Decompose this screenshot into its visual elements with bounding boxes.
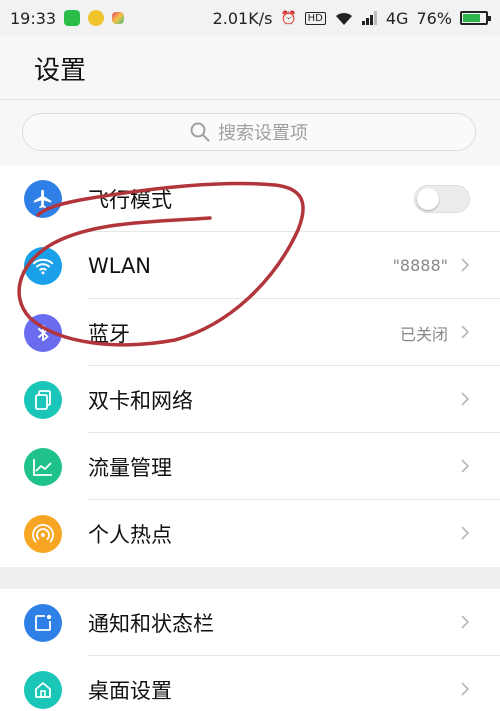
search-input[interactable]: 搜索设置项 <box>22 113 476 151</box>
chevron-right-icon <box>461 615 470 629</box>
setting-value: "8888" <box>392 256 448 275</box>
setting-item-desktop-settings[interactable]: 桌面设置 <box>0 656 500 711</box>
airplane-icon <box>24 180 62 218</box>
page-title: 设置 <box>34 56 87 86</box>
chevron-right-icon <box>461 325 470 339</box>
setting-label: 飞行模式 <box>88 187 172 212</box>
setting-label: 双卡和网络 <box>88 388 193 413</box>
chevron-right-icon <box>461 682 470 696</box>
wechat-icon <box>64 10 81 26</box>
setting-value: 已关闭 <box>399 324 448 344</box>
airplane-mode-toggle[interactable] <box>414 185 470 213</box>
alarm-icon: ⏰ <box>280 10 297 26</box>
hotspot-icon <box>24 515 62 553</box>
header: 设置 <box>0 36 500 100</box>
wifi-icon <box>24 247 62 285</box>
toggle-knob <box>417 188 439 210</box>
setting-item-data-usage[interactable]: 流量管理 <box>0 433 500 500</box>
chevron-right-icon <box>461 526 470 540</box>
setting-label: 流量管理 <box>88 455 172 480</box>
data-usage-icon <box>24 448 62 486</box>
status-bar: 19:33 2.01K/s ⏰ HD 4G 76% <box>0 0 500 36</box>
setting-item-airplane-mode[interactable]: 飞行模式 <box>0 165 500 232</box>
search-icon <box>190 122 210 142</box>
setting-item-bluetooth[interactable]: 蓝牙 已关闭 <box>0 299 500 366</box>
setting-label: 桌面设置 <box>88 678 172 703</box>
color-app-icon <box>112 12 125 24</box>
notification-icon <box>24 604 62 642</box>
battery-percent: 76% <box>416 8 452 28</box>
wifi-status-icon <box>335 12 352 25</box>
signal-icon <box>361 11 377 25</box>
section-spacer <box>0 567 500 589</box>
network-speed: 2.01K/s <box>212 8 273 28</box>
setting-label: 蓝牙 <box>88 321 130 346</box>
app-notification-icon <box>88 10 105 26</box>
setting-item-personal-hotspot[interactable]: 个人热点 <box>0 500 500 567</box>
bluetooth-icon <box>24 314 62 352</box>
settings-group-display: 通知和状态栏 桌面设置 <box>0 589 500 711</box>
setting-item-notifications-status-bar[interactable]: 通知和状态栏 <box>0 589 500 656</box>
setting-label: 个人热点 <box>88 522 172 547</box>
network-type: 4G <box>385 8 409 28</box>
chevron-right-icon <box>461 459 470 473</box>
settings-group-connectivity: 飞行模式 WLAN "8888" 蓝牙 已关闭 双卡和网络 流量管理 个人热点 <box>0 165 500 567</box>
setting-label: WLAN <box>88 253 152 278</box>
battery-icon <box>460 11 491 25</box>
chevron-right-icon <box>461 258 470 272</box>
search-placeholder: 搜索设置项 <box>218 123 308 144</box>
setting-label: 通知和状态栏 <box>88 611 214 636</box>
sim-card-icon <box>24 381 62 419</box>
setting-item-dual-sim-network[interactable]: 双卡和网络 <box>0 366 500 433</box>
setting-item-wlan[interactable]: WLAN "8888" <box>0 232 500 299</box>
hd-badge: HD <box>304 11 326 25</box>
chevron-right-icon <box>461 392 470 406</box>
status-time: 19:33 <box>10 8 57 28</box>
home-icon <box>24 671 62 709</box>
